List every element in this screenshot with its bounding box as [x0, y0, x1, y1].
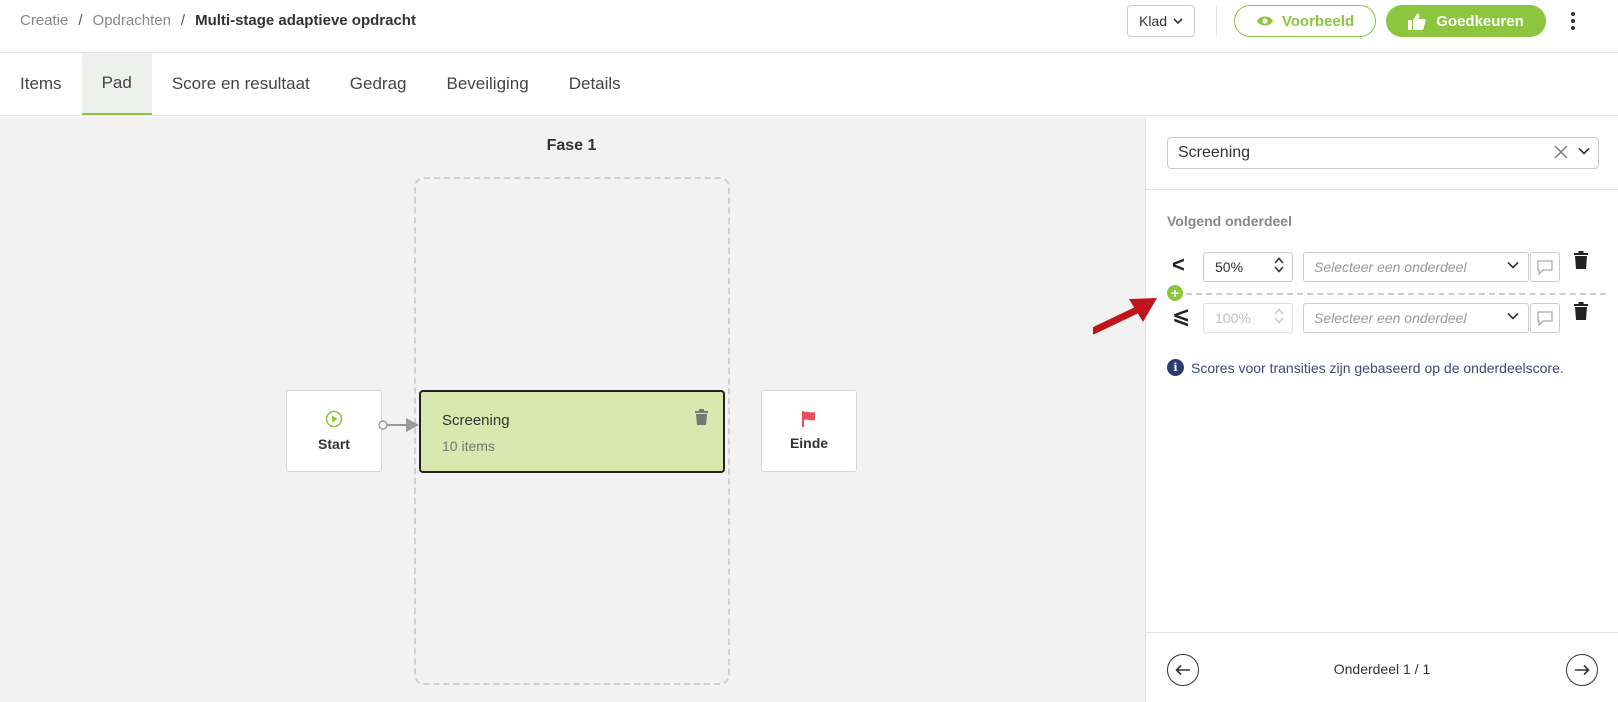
chevron-down-icon — [1274, 317, 1284, 324]
comment-button[interactable] — [1530, 303, 1560, 333]
breadcrumb-separator: / — [180, 12, 186, 29]
end-label: Einde — [789, 435, 829, 451]
section-node-count: 10 items — [442, 438, 495, 454]
tab-beveiliging[interactable]: Beveiliging — [426, 53, 548, 115]
top-bar: Creatie / Opdrachten / Multi-stage adapt… — [0, 0, 1618, 53]
flag-icon — [802, 411, 815, 427]
thumbs-up-icon — [1408, 13, 1426, 30]
section-node-title: Screening — [442, 412, 510, 429]
more-options-icon[interactable] — [1566, 8, 1580, 34]
chevron-down-icon — [1507, 261, 1519, 269]
threshold-value: 100% — [1215, 310, 1251, 326]
breadcrumb: Creatie / Opdrachten / Multi-stage adapt… — [20, 12, 416, 29]
tab-gedrag[interactable]: Gedrag — [330, 53, 427, 115]
chevron-up-icon[interactable] — [1274, 257, 1284, 264]
trash-icon[interactable] — [695, 409, 708, 425]
target-section-select[interactable]: Selecteer een onderdeel — [1303, 252, 1529, 282]
end-node[interactable]: Einde — [761, 390, 857, 472]
status-select[interactable]: Klad — [1127, 5, 1195, 37]
operator-less-equal[interactable]: ⩽ — [1172, 303, 1190, 329]
breadcrumb-opdrachten[interactable]: Opdrachten — [93, 12, 171, 29]
comment-icon — [1537, 259, 1553, 275]
arrow-right-icon — [1575, 664, 1590, 676]
trash-icon[interactable] — [1574, 302, 1588, 320]
chevron-down-icon — [1173, 18, 1183, 24]
target-section-placeholder: Selecteer een onderdeel — [1314, 310, 1467, 326]
tab-score-en-resultaat[interactable]: Score en resultaat — [152, 53, 330, 115]
info-note: i Scores voor transities zijn gebaseerd … — [1167, 359, 1564, 376]
breadcrumb-creatie[interactable]: Creatie — [20, 12, 68, 29]
tab-pad[interactable]: Pad — [81, 53, 152, 115]
divider — [1146, 632, 1618, 633]
preview-button[interactable]: Voorbeeld — [1234, 5, 1376, 37]
number-stepper[interactable] — [1274, 257, 1284, 273]
section-settings-panel: Screening Volgend onderdeel < 50% Select… — [1145, 117, 1618, 702]
tab-details[interactable]: Details — [549, 53, 641, 115]
status-select-value: Klad — [1138, 13, 1168, 29]
tab-items[interactable]: Items — [0, 53, 82, 115]
close-icon[interactable] — [1554, 145, 1568, 159]
approve-label: Goedkeuren — [1436, 12, 1524, 30]
info-text: Scores voor transities zijn gebaseerd op… — [1191, 359, 1564, 376]
breadcrumb-separator: / — [78, 12, 83, 29]
start-label: Start — [318, 436, 350, 452]
start-node[interactable]: Start — [286, 390, 382, 472]
next-section-button[interactable] — [1566, 654, 1598, 686]
preview-label: Voorbeeld — [1281, 12, 1355, 30]
add-transition-icon[interactable]: + — [1167, 285, 1183, 301]
eye-icon — [1256, 16, 1273, 26]
path-canvas[interactable]: Fase 1 Start Screening 10 items Einde — [0, 117, 1145, 702]
phase-title: Fase 1 — [546, 137, 597, 154]
chevron-down-icon[interactable] — [1274, 266, 1284, 273]
chevron-down-icon[interactable] — [1578, 147, 1590, 155]
comment-icon — [1537, 310, 1553, 326]
breadcrumb-current: Multi-stage adaptieve opdracht — [195, 12, 416, 29]
number-stepper — [1274, 308, 1284, 324]
target-section-placeholder: Selecteer een onderdeel — [1314, 259, 1467, 275]
tab-bar: Items Pad Score en resultaat Gedrag Beve… — [0, 53, 1618, 116]
operator-less-than[interactable]: < — [1172, 252, 1185, 278]
connector-arrow — [378, 418, 419, 432]
approve-button[interactable]: Goedkeuren — [1386, 5, 1546, 37]
next-section-heading: Volgend onderdeel — [1167, 213, 1292, 229]
comment-button[interactable] — [1530, 252, 1560, 282]
divider — [1216, 6, 1217, 36]
info-icon: i — [1167, 359, 1184, 376]
threshold-input-disabled: 100% — [1203, 303, 1293, 333]
annotation-arrow-icon — [1093, 298, 1157, 335]
section-select-value: Screening — [1178, 144, 1251, 161]
target-section-select[interactable]: Selecteer een onderdeel — [1303, 303, 1529, 333]
section-select[interactable]: Screening — [1167, 137, 1599, 169]
divider — [1146, 189, 1618, 190]
threshold-value: 50% — [1215, 259, 1244, 275]
section-pager: Onderdeel 1 / 1 — [1333, 661, 1431, 677]
add-transition-line — [1186, 293, 1606, 295]
trash-icon[interactable] — [1574, 251, 1588, 269]
play-circle-icon — [325, 410, 343, 428]
threshold-input[interactable]: 50% — [1203, 252, 1293, 282]
chevron-up-icon — [1274, 308, 1284, 315]
chevron-down-icon — [1507, 312, 1519, 320]
section-node-screening[interactable]: Screening 10 items — [419, 390, 725, 473]
